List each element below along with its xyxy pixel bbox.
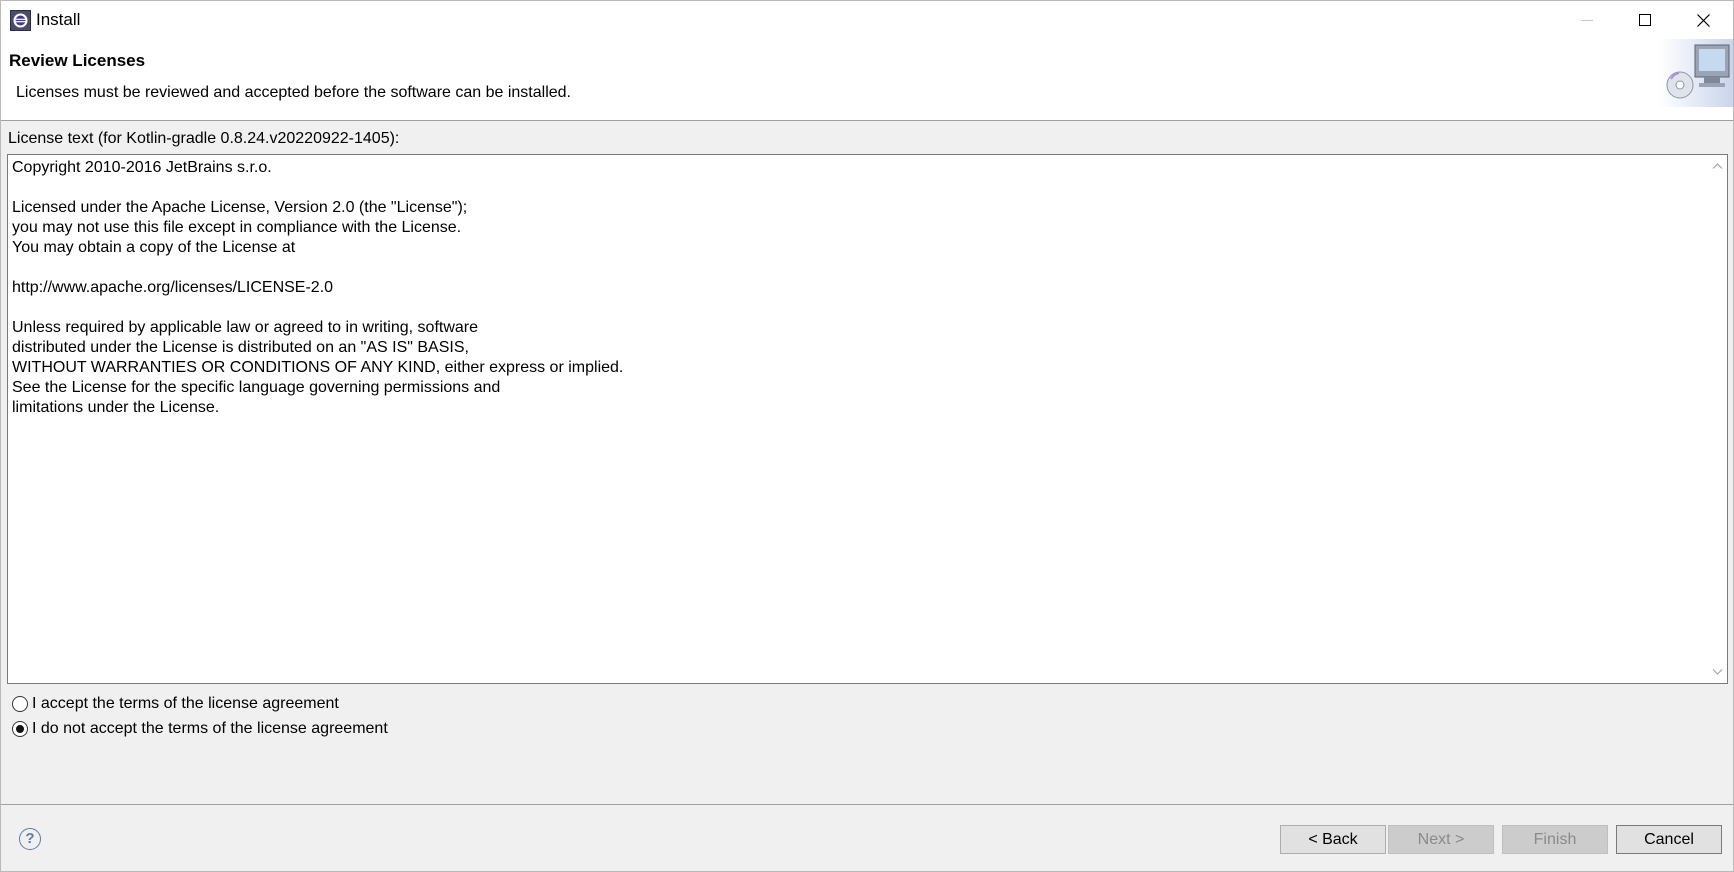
accept-radio[interactable] [12, 696, 28, 712]
decline-radio[interactable] [12, 721, 28, 737]
help-icon[interactable]: ? [19, 828, 41, 850]
scroll-down-arrow-icon[interactable] [1712, 666, 1723, 677]
finish-button[interactable]: Finish [1502, 825, 1608, 854]
page-description: Licenses must be reviewed and accepted b… [16, 84, 571, 101]
accept-label: I accept the terms of the license agreem… [32, 695, 339, 712]
scroll-up-arrow-icon[interactable] [1712, 161, 1723, 172]
maximize-icon [1639, 14, 1651, 26]
install-wizard-banner-icon [1659, 39, 1733, 107]
decline-license-option[interactable]: I do not accept the terms of the license… [12, 719, 388, 739]
title-bar: Install [1, 1, 1733, 39]
vertical-scrollbar[interactable] [1708, 155, 1727, 683]
window-title: Install [36, 10, 81, 29]
license-text: Copyright 2010-2016 JetBrains s.r.o. Lic… [12, 159, 624, 416]
minimize-icon [1581, 20, 1593, 21]
cancel-button[interactable]: Cancel [1616, 825, 1722, 854]
decline-label: I do not accept the terms of the license… [32, 720, 388, 737]
maximize-button[interactable] [1616, 1, 1674, 39]
eclipse-app-icon [10, 10, 31, 31]
accept-license-option[interactable]: I accept the terms of the license agreem… [12, 694, 339, 714]
wizard-header: Review Licenses Licenses must be reviewe… [1, 39, 1733, 121]
next-button[interactable]: Next > [1388, 825, 1494, 854]
page-title: Review Licenses [9, 51, 146, 70]
back-button[interactable]: < Back [1280, 825, 1386, 854]
footer-separator [1, 804, 1733, 805]
minimize-button[interactable] [1558, 1, 1616, 39]
close-icon [1696, 13, 1710, 27]
license-text-area[interactable]: Copyright 2010-2016 JetBrains s.r.o. Lic… [7, 154, 1728, 684]
close-button[interactable] [1674, 1, 1732, 39]
install-dialog: Install Review Licenses Licenses must be… [0, 0, 1734, 872]
license-text-label: License text (for Kotlin-gradle 0.8.24.v… [8, 130, 400, 147]
